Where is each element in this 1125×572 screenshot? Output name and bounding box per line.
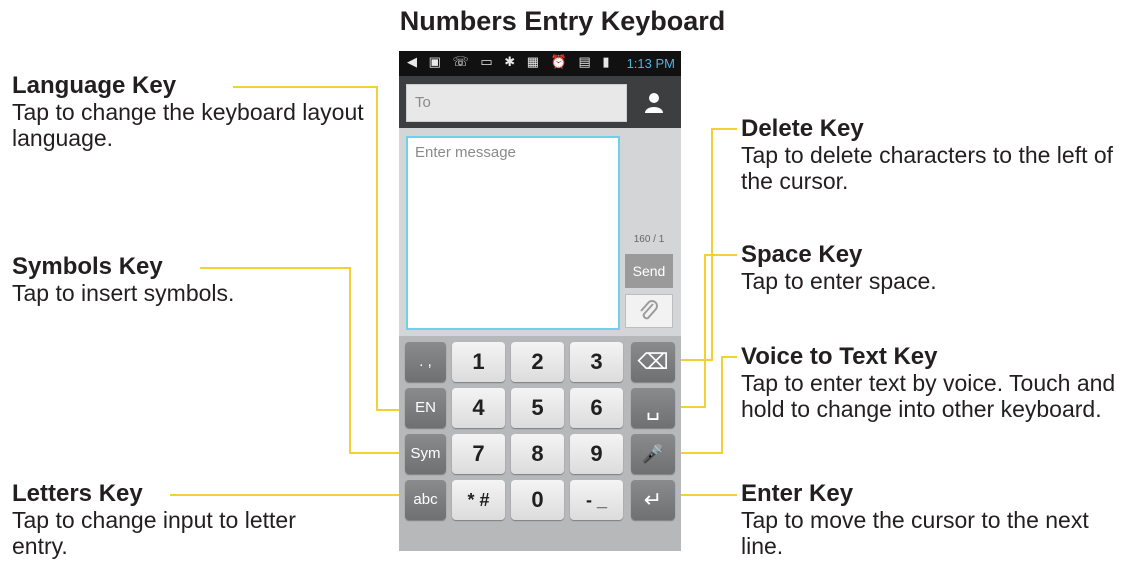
callout-language: Language Key Tap to change the keyboard … [12,72,372,152]
callout-letters: Letters Key Tap to change input to lette… [12,480,312,560]
symbols-key[interactable]: Sym [405,434,446,474]
delete-key[interactable]: ⌫ [631,342,675,382]
key-4[interactable]: 4 [452,388,505,428]
callout-voice: Voice to Text Key Tap to enter text by v… [741,343,1121,423]
phone-screen: ◀ ▣ ☏ ▭ ✱ ▦ ⏰ ▤ ▮ 1:13 PM To Enter messa… [399,51,681,551]
language-key-heading: Language Key [12,72,177,99]
send-button[interactable]: Send [625,254,673,288]
to-field[interactable]: To [406,84,627,122]
key-7[interactable]: 7 [452,434,505,474]
space-key-desc: Tap to enter space. [741,268,937,294]
delete-key-desc: Tap to delete characters to the left of … [741,142,1114,194]
voice-key-heading: Voice to Text Key [741,343,938,370]
paperclip-icon[interactable] [625,294,673,328]
space-key-heading: Space Key [741,241,863,268]
voice-key-desc: Tap to enter text by voice. Touch and ho… [741,370,1116,422]
enter-key-heading: Enter Key [741,480,854,507]
leader-delete [676,128,737,361]
space-key[interactable]: ␣ [631,388,675,428]
callout-symbols: Symbols Key Tap to insert symbols. [12,253,332,307]
callout-enter: Enter Key Tap to move the cursor to the … [741,480,1121,560]
callout-delete: Delete Key Tap to delete characters to t… [741,115,1121,195]
status-bar: ◀ ▣ ☏ ▭ ✱ ▦ ⏰ ▤ ▮ 1:13 PM [399,51,681,76]
status-icons: ◀ ▣ ☏ ▭ ✱ ▦ ⏰ ▤ ▮ [407,54,614,69]
key-6[interactable]: 6 [570,388,623,428]
language-key-desc: Tap to change the keyboard layout langua… [12,99,364,151]
microphone-icon[interactable]: 🎤 [631,434,675,474]
message-input[interactable]: Enter message [406,136,620,330]
key-5[interactable]: 5 [511,388,564,428]
enter-key[interactable]: ↵ [631,480,675,520]
status-time: 1:13 PM [626,56,675,71]
character-counter: 160 / 1 [633,234,665,245]
key-9[interactable]: 9 [570,434,623,474]
recipient-bar: To [399,76,681,128]
key-2[interactable]: 2 [511,342,564,382]
language-key[interactable]: EN [405,388,446,428]
leader-voice [676,356,737,454]
key-dash-underscore[interactable]: - _ [570,480,623,520]
enter-key-desc: Tap to move the cursor to the next line. [741,507,1089,559]
callout-space: Space Key Tap to enter space. [741,241,1121,295]
message-area: Enter message 160 / 1 Send [399,128,681,336]
numeric-keyboard: . , 1 2 3 ⌫ EN 4 5 6 ␣ Sym 7 8 9 🎤 abc *… [399,336,681,551]
delete-key-heading: Delete Key [741,115,864,142]
letters-key-heading: Letters Key [12,480,143,507]
letters-key[interactable]: abc [405,480,446,520]
key-8[interactable]: 8 [511,434,564,474]
key-0[interactable]: 0 [511,480,564,520]
symbols-key-heading: Symbols Key [12,253,163,280]
leader-space [676,254,737,408]
person-icon[interactable] [635,84,673,122]
key-star-hash[interactable]: * # [452,480,505,520]
symbols-key-desc: Tap to insert symbols. [12,280,235,306]
key-3[interactable]: 3 [570,342,623,382]
key-1[interactable]: 1 [452,342,505,382]
letters-key-desc: Tap to change input to letter entry. [12,507,296,559]
punctuation-key[interactable]: . , [405,342,446,382]
diagram-title: Numbers Entry Keyboard [399,6,726,36]
